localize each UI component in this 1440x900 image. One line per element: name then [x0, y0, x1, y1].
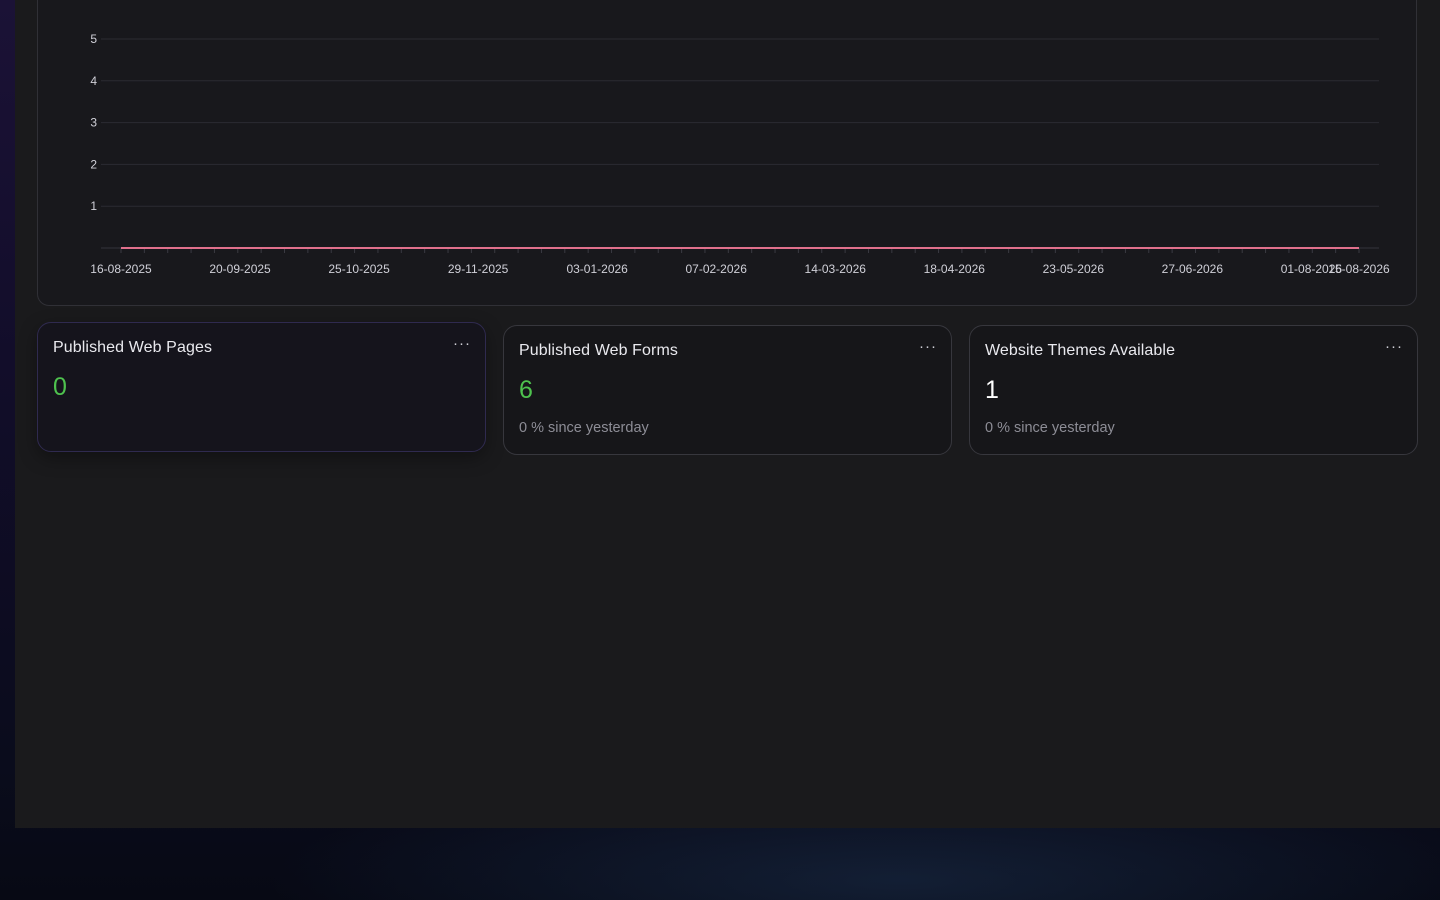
- card-change-text: 0 % since yesterday: [985, 420, 1115, 436]
- desktop-background: 1 2 3 4 5 16-08-2025 20-09-2025 25-10-2025 29-11…: [0, 0, 1440, 900]
- card-value: 0: [53, 373, 67, 401]
- y-tick-label: 3: [90, 116, 97, 130]
- app-window: 1 2 3 4 5 16-08-2025 20-09-2025 25-10-2025 29-11…: [15, 0, 1440, 828]
- card-published-web-pages[interactable]: Published Web Pages ··· 0: [37, 322, 486, 452]
- more-options-icon[interactable]: ···: [1385, 338, 1403, 355]
- y-tick-label: 4: [90, 74, 97, 88]
- x-tick-label: 25-10-2025: [328, 262, 390, 276]
- y-tick-label: 5: [90, 32, 97, 46]
- y-tick-label: 2: [90, 157, 97, 171]
- activity-line-chart: 1 2 3 4 5 16-08-2025 20-09-2025 25-10-2025 29-11…: [90, 32, 1390, 276]
- activity-chart-card: 1 2 3 4 5 16-08-2025 20-09-2025 25-10-2025 29-11…: [37, 0, 1417, 306]
- card-title: Published Web Pages: [53, 339, 213, 356]
- x-tick-label: 16-08-2025: [90, 262, 152, 276]
- y-tick-label: 1: [90, 199, 97, 213]
- card-published-web-forms[interactable]: Published Web Forms ··· 6 0 % since yest…: [503, 325, 952, 455]
- x-tick-label: 07-02-2026: [685, 262, 747, 276]
- more-options-icon[interactable]: ···: [919, 338, 937, 355]
- x-tick-label: 03-01-2026: [566, 262, 628, 276]
- x-tick-label: 20-09-2025: [209, 262, 271, 276]
- card-title: Website Themes Available: [985, 342, 1176, 359]
- x-tick-label: 18-04-2026: [924, 262, 986, 276]
- card-value: 6: [519, 376, 533, 404]
- x-tick-label: 29-11-2025: [448, 262, 509, 276]
- x-tick-label: 14-03-2026: [805, 262, 867, 276]
- card-website-themes-available[interactable]: Website Themes Available ··· 1 0 % since…: [969, 325, 1418, 455]
- x-tick-label: 27-06-2026: [1162, 262, 1224, 276]
- x-tick-label: 15-08-2026: [1328, 262, 1390, 276]
- more-options-icon[interactable]: ···: [453, 335, 471, 352]
- card-value: 1: [985, 376, 999, 404]
- card-title: Published Web Forms: [519, 342, 679, 359]
- x-tick-label: 23-05-2026: [1043, 262, 1105, 276]
- card-change-text: 0 % since yesterday: [519, 420, 649, 436]
